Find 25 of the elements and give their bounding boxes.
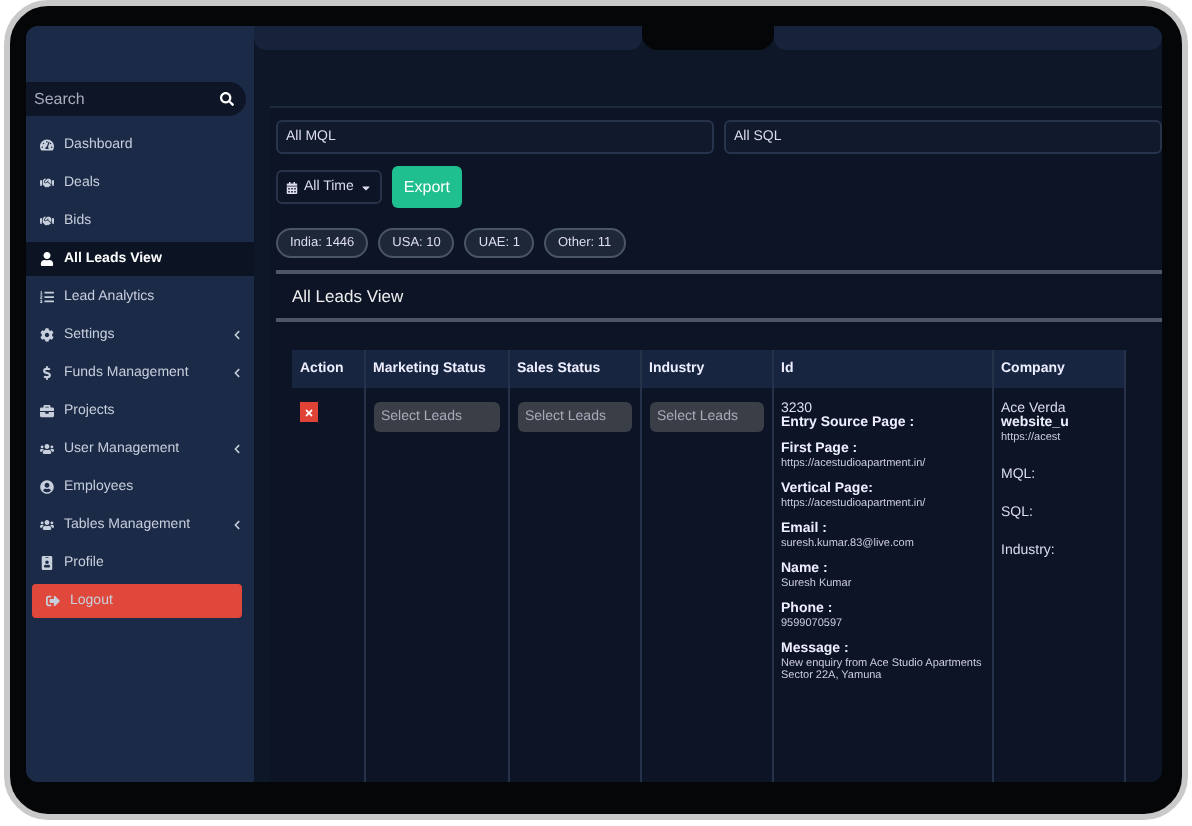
- menu-icon: [40, 366, 54, 380]
- chevron-icon: [232, 444, 242, 454]
- menu-icon: [40, 214, 54, 228]
- close-icon: [304, 407, 314, 417]
- menu-icon: [40, 328, 54, 342]
- section-title: All Leads View: [276, 270, 1162, 322]
- calendar-icon: [286, 181, 298, 193]
- chevron-icon: [232, 330, 242, 340]
- menu-icon: [40, 480, 54, 494]
- menu-icon: [40, 442, 54, 456]
- chevron-icon: [232, 368, 242, 378]
- menu-icon: [40, 252, 54, 266]
- search-field[interactable]: Search: [26, 82, 246, 116]
- menu-icon: [40, 176, 54, 190]
- camera-notch: [642, 26, 774, 50]
- search-icon[interactable]: [220, 92, 234, 106]
- menu-icon: [40, 556, 54, 570]
- caret-icon: [359, 181, 372, 193]
- chevron-icon: [232, 520, 242, 530]
- delete-button[interactable]: [300, 402, 318, 422]
- menu-icon: [46, 594, 60, 608]
- menu-icon: [40, 404, 54, 418]
- menu-icon: [40, 518, 54, 532]
- menu-icon: [40, 138, 54, 152]
- menu-icon: [40, 290, 54, 304]
